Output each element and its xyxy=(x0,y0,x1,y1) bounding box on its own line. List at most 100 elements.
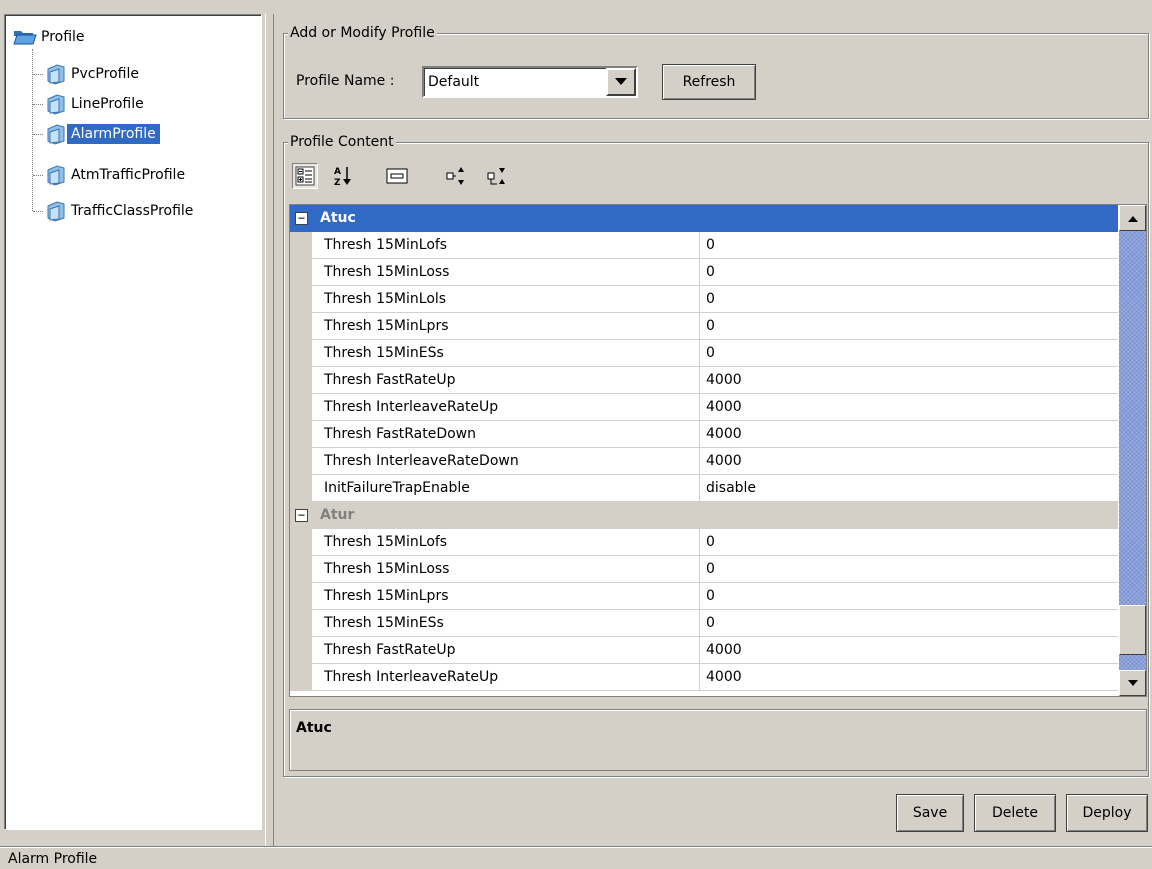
property-row[interactable]: Thresh 15MinESs 0 xyxy=(290,340,1118,367)
property-name: Thresh 15MinESs xyxy=(312,340,700,367)
property-value[interactable]: 0 xyxy=(700,529,1118,556)
profile-tree[interactable]: Profile PvcProfile LineProfile AlarmProf… xyxy=(4,14,262,830)
property-value[interactable]: 4000 xyxy=(700,394,1118,421)
collapse-toggle-icon[interactable]: − xyxy=(295,212,308,225)
property-value[interactable]: 0 xyxy=(700,259,1118,286)
property-name: Thresh InterleaveRateDown xyxy=(312,448,700,475)
property-grid[interactable]: − Atuc Thresh 15MinLofs 0 Thresh 15MinLo… xyxy=(289,204,1147,697)
property-name: Thresh 15MinLoss xyxy=(312,259,700,286)
property-name: Thresh FastRateUp xyxy=(312,637,700,664)
property-name: Thresh 15MinESs xyxy=(312,610,700,637)
tree-node-pvcprofile[interactable]: PvcProfile xyxy=(45,61,143,87)
tree-item-label: AlarmProfile xyxy=(67,124,160,144)
property-value[interactable]: 0 xyxy=(700,286,1118,313)
tree-node-alarmprofile[interactable]: AlarmProfile xyxy=(45,121,160,147)
property-name: Thresh InterleaveRateUp xyxy=(312,394,700,421)
property-row[interactable]: Thresh 15MinLols 0 xyxy=(290,286,1118,313)
scroll-down-arrow-icon[interactable] xyxy=(1119,670,1146,696)
profile-name-value: Default xyxy=(428,74,480,90)
tree-node-trafficclassprofile[interactable]: TrafficClassProfile xyxy=(45,198,197,224)
property-description-panel: Atuc xyxy=(289,709,1147,771)
scrollbar-thumb[interactable] xyxy=(1119,605,1146,655)
property-value[interactable]: 0 xyxy=(700,232,1118,259)
group-title: Add or Modify Profile xyxy=(288,24,437,42)
tree-node-lineprofile[interactable]: LineProfile xyxy=(45,91,148,117)
tree-item-label: TrafficClassProfile xyxy=(71,203,194,219)
save-button[interactable]: Save xyxy=(896,794,964,832)
property-name: Thresh 15MinLprs xyxy=(312,583,700,610)
tree-root-label: Profile xyxy=(41,29,85,45)
property-name: InitFailureTrapEnable xyxy=(312,475,700,502)
property-name: Thresh 15MinLoss xyxy=(312,556,700,583)
dropdown-arrow-icon[interactable] xyxy=(606,68,636,96)
property-name: Thresh 15MinLprs xyxy=(312,313,700,340)
property-value[interactable]: 0 xyxy=(700,583,1118,610)
category-label: Atur xyxy=(320,507,355,523)
tree-item-label: LineProfile xyxy=(71,96,144,112)
vertical-scrollbar[interactable] xyxy=(1119,205,1146,696)
property-name: Thresh 15MinLofs xyxy=(312,232,700,259)
tree-item-label: PvcProfile xyxy=(71,66,139,82)
property-row[interactable]: Thresh 15MinLprs 0 xyxy=(290,313,1118,340)
category-label: Atuc xyxy=(320,210,356,226)
property-row[interactable]: Thresh 15MinLprs 0 xyxy=(290,583,1118,610)
description-title: Atuc xyxy=(296,720,332,736)
property-name: Thresh 15MinLofs xyxy=(312,529,700,556)
property-name: Thresh 15MinLols xyxy=(312,286,700,313)
tree-item-label: AtmTrafficProfile xyxy=(71,167,186,183)
property-row[interactable]: Thresh InterleaveRateUp 4000 xyxy=(290,664,1118,691)
property-value[interactable]: 0 xyxy=(700,610,1118,637)
group-title: Profile Content xyxy=(288,133,396,151)
property-value[interactable]: 4000 xyxy=(700,637,1118,664)
categorized-view-icon[interactable] xyxy=(292,163,318,189)
property-value[interactable]: disable xyxy=(700,475,1118,502)
expand-all-icon[interactable] xyxy=(443,163,469,189)
profile-name-combobox[interactable]: Default xyxy=(422,66,638,98)
property-value[interactable]: 0 xyxy=(700,313,1118,340)
property-row[interactable]: Thresh InterleaveRateDown 4000 xyxy=(290,448,1118,475)
property-value[interactable]: 4000 xyxy=(700,664,1118,691)
property-value[interactable]: 4000 xyxy=(700,421,1118,448)
deploy-button[interactable]: Deploy xyxy=(1066,794,1148,832)
property-name: Thresh InterleaveRateUp xyxy=(312,664,700,691)
status-text: Alarm Profile xyxy=(8,851,98,867)
category-row-atur[interactable]: − Atur xyxy=(290,502,1118,529)
scroll-up-arrow-icon[interactable] xyxy=(1119,205,1146,231)
property-row[interactable]: InitFailureTrapEnable disable xyxy=(290,475,1118,502)
delete-button[interactable]: Delete xyxy=(974,794,1056,832)
property-row[interactable]: Thresh 15MinLoss 0 xyxy=(290,259,1118,286)
property-value[interactable]: 4000 xyxy=(700,448,1118,475)
folder-icon xyxy=(47,64,65,85)
property-row[interactable]: Thresh InterleaveRateUp 4000 xyxy=(290,394,1118,421)
open-folder-icon xyxy=(13,31,37,45)
status-bar: Alarm Profile xyxy=(0,846,1152,869)
property-value[interactable]: 0 xyxy=(700,340,1118,367)
category-row-atuc[interactable]: − Atuc xyxy=(290,205,1118,232)
property-row[interactable]: Thresh FastRateUp 4000 xyxy=(290,637,1118,664)
profile-name-label: Profile Name : xyxy=(296,73,395,89)
property-row[interactable]: Thresh FastRateDown 4000 xyxy=(290,421,1118,448)
property-value[interactable]: 4000 xyxy=(700,367,1118,394)
split-pane-divider[interactable] xyxy=(265,14,274,846)
svg-text:A: A xyxy=(334,167,341,177)
folder-icon xyxy=(47,94,65,115)
tree-node-profile[interactable]: Profile xyxy=(13,24,89,50)
property-name: Thresh FastRateDown xyxy=(312,421,700,448)
property-row[interactable]: Thresh 15MinLofs 0 xyxy=(290,232,1118,259)
property-name: Thresh FastRateUp xyxy=(312,367,700,394)
sort-alphabetical-icon[interactable]: A Z xyxy=(330,163,356,189)
property-value[interactable]: 0 xyxy=(700,556,1118,583)
property-row[interactable]: Thresh 15MinESs 0 xyxy=(290,610,1118,637)
description-toggle-icon[interactable] xyxy=(384,163,410,189)
folder-icon xyxy=(47,165,65,186)
folder-icon xyxy=(47,124,65,145)
svg-text:Z: Z xyxy=(334,178,341,187)
property-row[interactable]: Thresh 15MinLofs 0 xyxy=(290,529,1118,556)
property-row[interactable]: Thresh 15MinLoss 0 xyxy=(290,556,1118,583)
refresh-button[interactable]: Refresh xyxy=(662,64,756,100)
collapse-all-icon[interactable] xyxy=(484,163,510,189)
collapse-toggle-icon[interactable]: − xyxy=(295,509,308,522)
folder-icon xyxy=(47,201,65,222)
property-row[interactable]: Thresh FastRateUp 4000 xyxy=(290,367,1118,394)
tree-node-atmtrafficprofile[interactable]: AtmTrafficProfile xyxy=(45,162,189,188)
